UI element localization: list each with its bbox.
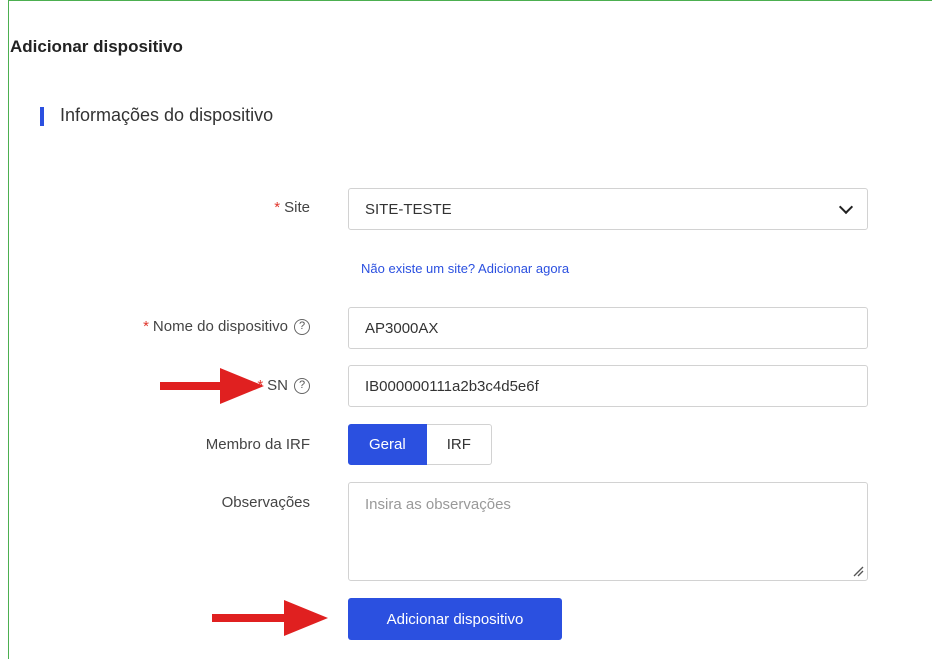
irf-member-label-text: Membro da IRF — [205, 436, 310, 453]
site-label-text: Site — [284, 199, 310, 216]
section-title: Informações do dispositivo — [60, 105, 274, 125]
section-accent-bar — [40, 107, 44, 126]
site-select-value: SITE-TESTE — [365, 200, 452, 218]
site-select[interactable]: SITE-TESTE — [348, 188, 868, 230]
irf-option-irf[interactable]: IRF — [426, 424, 492, 465]
device-name-label: * Nome do dispositivo ? — [143, 318, 310, 335]
irf-member-toggle: Geral IRF — [348, 424, 492, 465]
page-title: Adicionar dispositivo — [10, 37, 183, 56]
notes-label: Observações — [222, 494, 310, 511]
required-mark: * — [274, 199, 281, 216]
sn-value: IB000000111a2b3c4d5e6f — [365, 377, 539, 395]
notes-label-text: Observações — [221, 494, 310, 511]
resize-handle-icon[interactable] — [852, 565, 864, 577]
annotation-arrow-icon — [160, 368, 264, 404]
device-name-input[interactable]: AP3000AX — [348, 307, 868, 349]
chevron-down-icon — [838, 199, 854, 214]
device-name-value: AP3000AX — [365, 319, 439, 337]
required-mark: * — [143, 318, 149, 335]
annotation-arrow-icon — [212, 600, 328, 636]
sn-label: * SN ? — [257, 377, 310, 394]
site-label: * Site — [274, 199, 310, 216]
help-icon[interactable]: ? — [294, 318, 310, 335]
add-device-button[interactable]: Adicionar dispositivo — [348, 598, 562, 640]
sn-input[interactable]: IB000000111a2b3c4d5e6f — [348, 365, 868, 407]
irf-member-label: Membro da IRF — [206, 436, 310, 453]
irf-option-geral[interactable]: Geral — [348, 424, 427, 465]
notes-placeholder: Insira as observações — [365, 496, 511, 513]
notes-textarea[interactable]: Insira as observações — [348, 482, 868, 581]
sn-label-text: SN — [267, 377, 288, 394]
add-site-link[interactable]: Não existe um site? Adicionar agora — [361, 261, 569, 276]
device-name-label-text: Nome do dispositivo — [152, 318, 288, 335]
help-icon[interactable]: ? — [294, 377, 310, 394]
